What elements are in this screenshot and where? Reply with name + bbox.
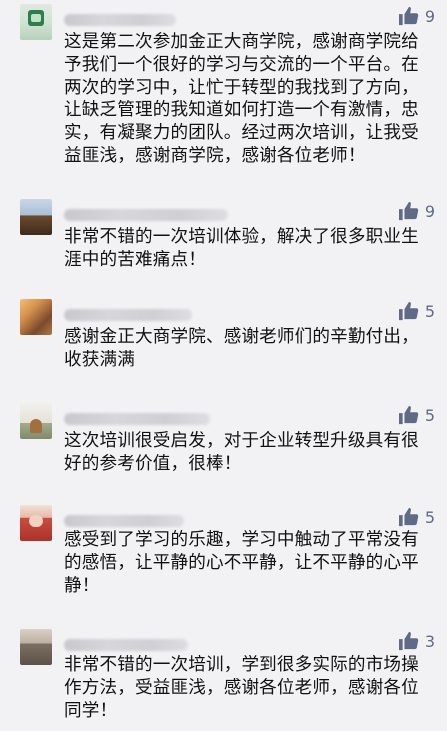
nickname-blurred — [64, 515, 184, 527]
nickname-blurred — [64, 14, 176, 26]
avatar[interactable] — [20, 403, 52, 439]
thumbs-up-icon[interactable] — [398, 507, 420, 527]
like-count: 5 — [424, 301, 435, 321]
nickname-blurred — [64, 639, 188, 651]
like-count: 5 — [424, 507, 435, 527]
like-control[interactable]: 9 — [398, 4, 435, 28]
like-control[interactable]: 5 — [398, 299, 435, 323]
thumbs-up-icon[interactable] — [398, 201, 420, 221]
like-control[interactable]: 5 — [398, 505, 435, 529]
comment-text: 这次培训很受启发，对于企业转型升级具有很好的参考价值，很棒！ — [64, 431, 419, 474]
comment-text: 这是第二次参加金正大商学院，感谢商学院给予我们一个很好的学习与交流的一个平台。在… — [64, 32, 419, 166]
nickname-blurred — [64, 309, 192, 321]
like-count: 9 — [424, 201, 435, 221]
thumbs-up-icon[interactable] — [398, 301, 420, 321]
like-count: 5 — [424, 405, 435, 425]
avatar[interactable] — [20, 199, 52, 235]
comment-text: 感受到了学习的乐趣，学习中触动了平常没有的感悟，让平静的心不平静，让不平静的心平… — [64, 530, 419, 596]
thumbs-up-icon[interactable] — [398, 6, 420, 26]
comment-text: 非常不错的一次培训体验，解决了很多职业生涯中的苦难痛点！ — [64, 227, 419, 270]
avatar[interactable] — [20, 4, 52, 40]
like-count: 9 — [424, 6, 435, 26]
comment-text: 非常不错的一次培训，学到很多实际的市场操作方法，受益匪浅，感谢各位老师，感谢各位… — [64, 655, 419, 721]
thumbs-up-icon[interactable] — [398, 405, 420, 425]
comment-text: 感谢金正大商学院、感谢老师们的辛勤付出，收获满满 — [64, 327, 419, 370]
avatar[interactable] — [20, 299, 52, 335]
like-count: 3 — [424, 631, 435, 651]
like-control[interactable]: 9 — [398, 199, 435, 223]
nickname-blurred — [64, 209, 228, 221]
thumbs-up-icon[interactable] — [398, 631, 420, 651]
avatar[interactable] — [20, 505, 52, 541]
avatar[interactable] — [20, 629, 52, 665]
nickname-blurred — [64, 413, 210, 425]
comment-list: 9 这是第二次参加金正大商学院，感谢商学院给予我们一个很好的学习与交流的一个平台… — [0, 0, 447, 731]
like-control[interactable]: 3 — [398, 629, 435, 653]
like-control[interactable]: 5 — [398, 403, 435, 427]
